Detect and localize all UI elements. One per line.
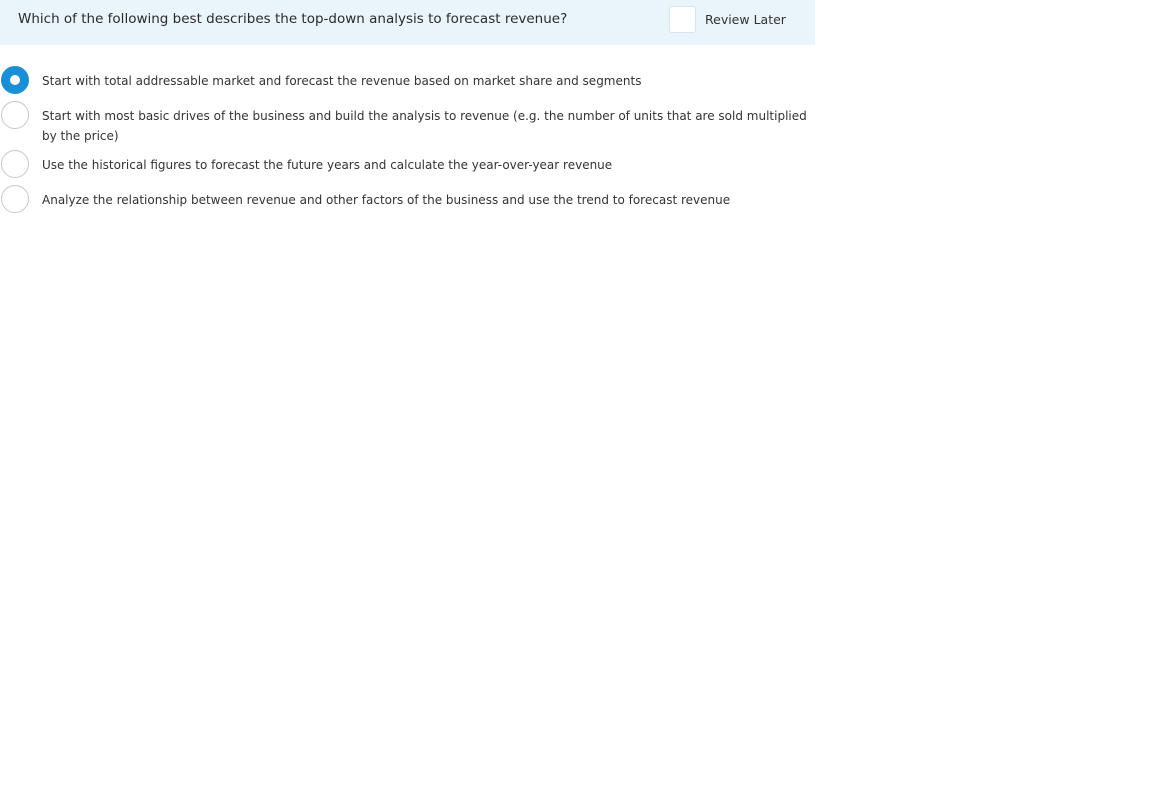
review-later-checkbox[interactable] [669,5,696,33]
radio-dot-icon [10,75,20,85]
radio-button[interactable] [1,185,29,213]
answer-option-label: Start with total addressable market and … [42,74,642,88]
answer-option-label: Analyze the relationship between revenue… [42,193,731,207]
answer-option-label: Start with most basic drives of the busi… [42,109,807,143]
review-later-toggle[interactable]: Review Later [669,5,786,33]
review-later-label: Review Later [705,11,786,27]
radio-button-selected[interactable] [1,66,29,94]
radio-button[interactable] [1,101,29,129]
radio-button[interactable] [1,150,29,178]
question-text: Which of the following best describes th… [18,11,568,27]
quiz-question: Which of the following best describes th… [0,0,815,213]
question-header: Which of the following best describes th… [0,0,815,45]
answer-option-label: Use the historical figures to forecast t… [42,158,613,172]
